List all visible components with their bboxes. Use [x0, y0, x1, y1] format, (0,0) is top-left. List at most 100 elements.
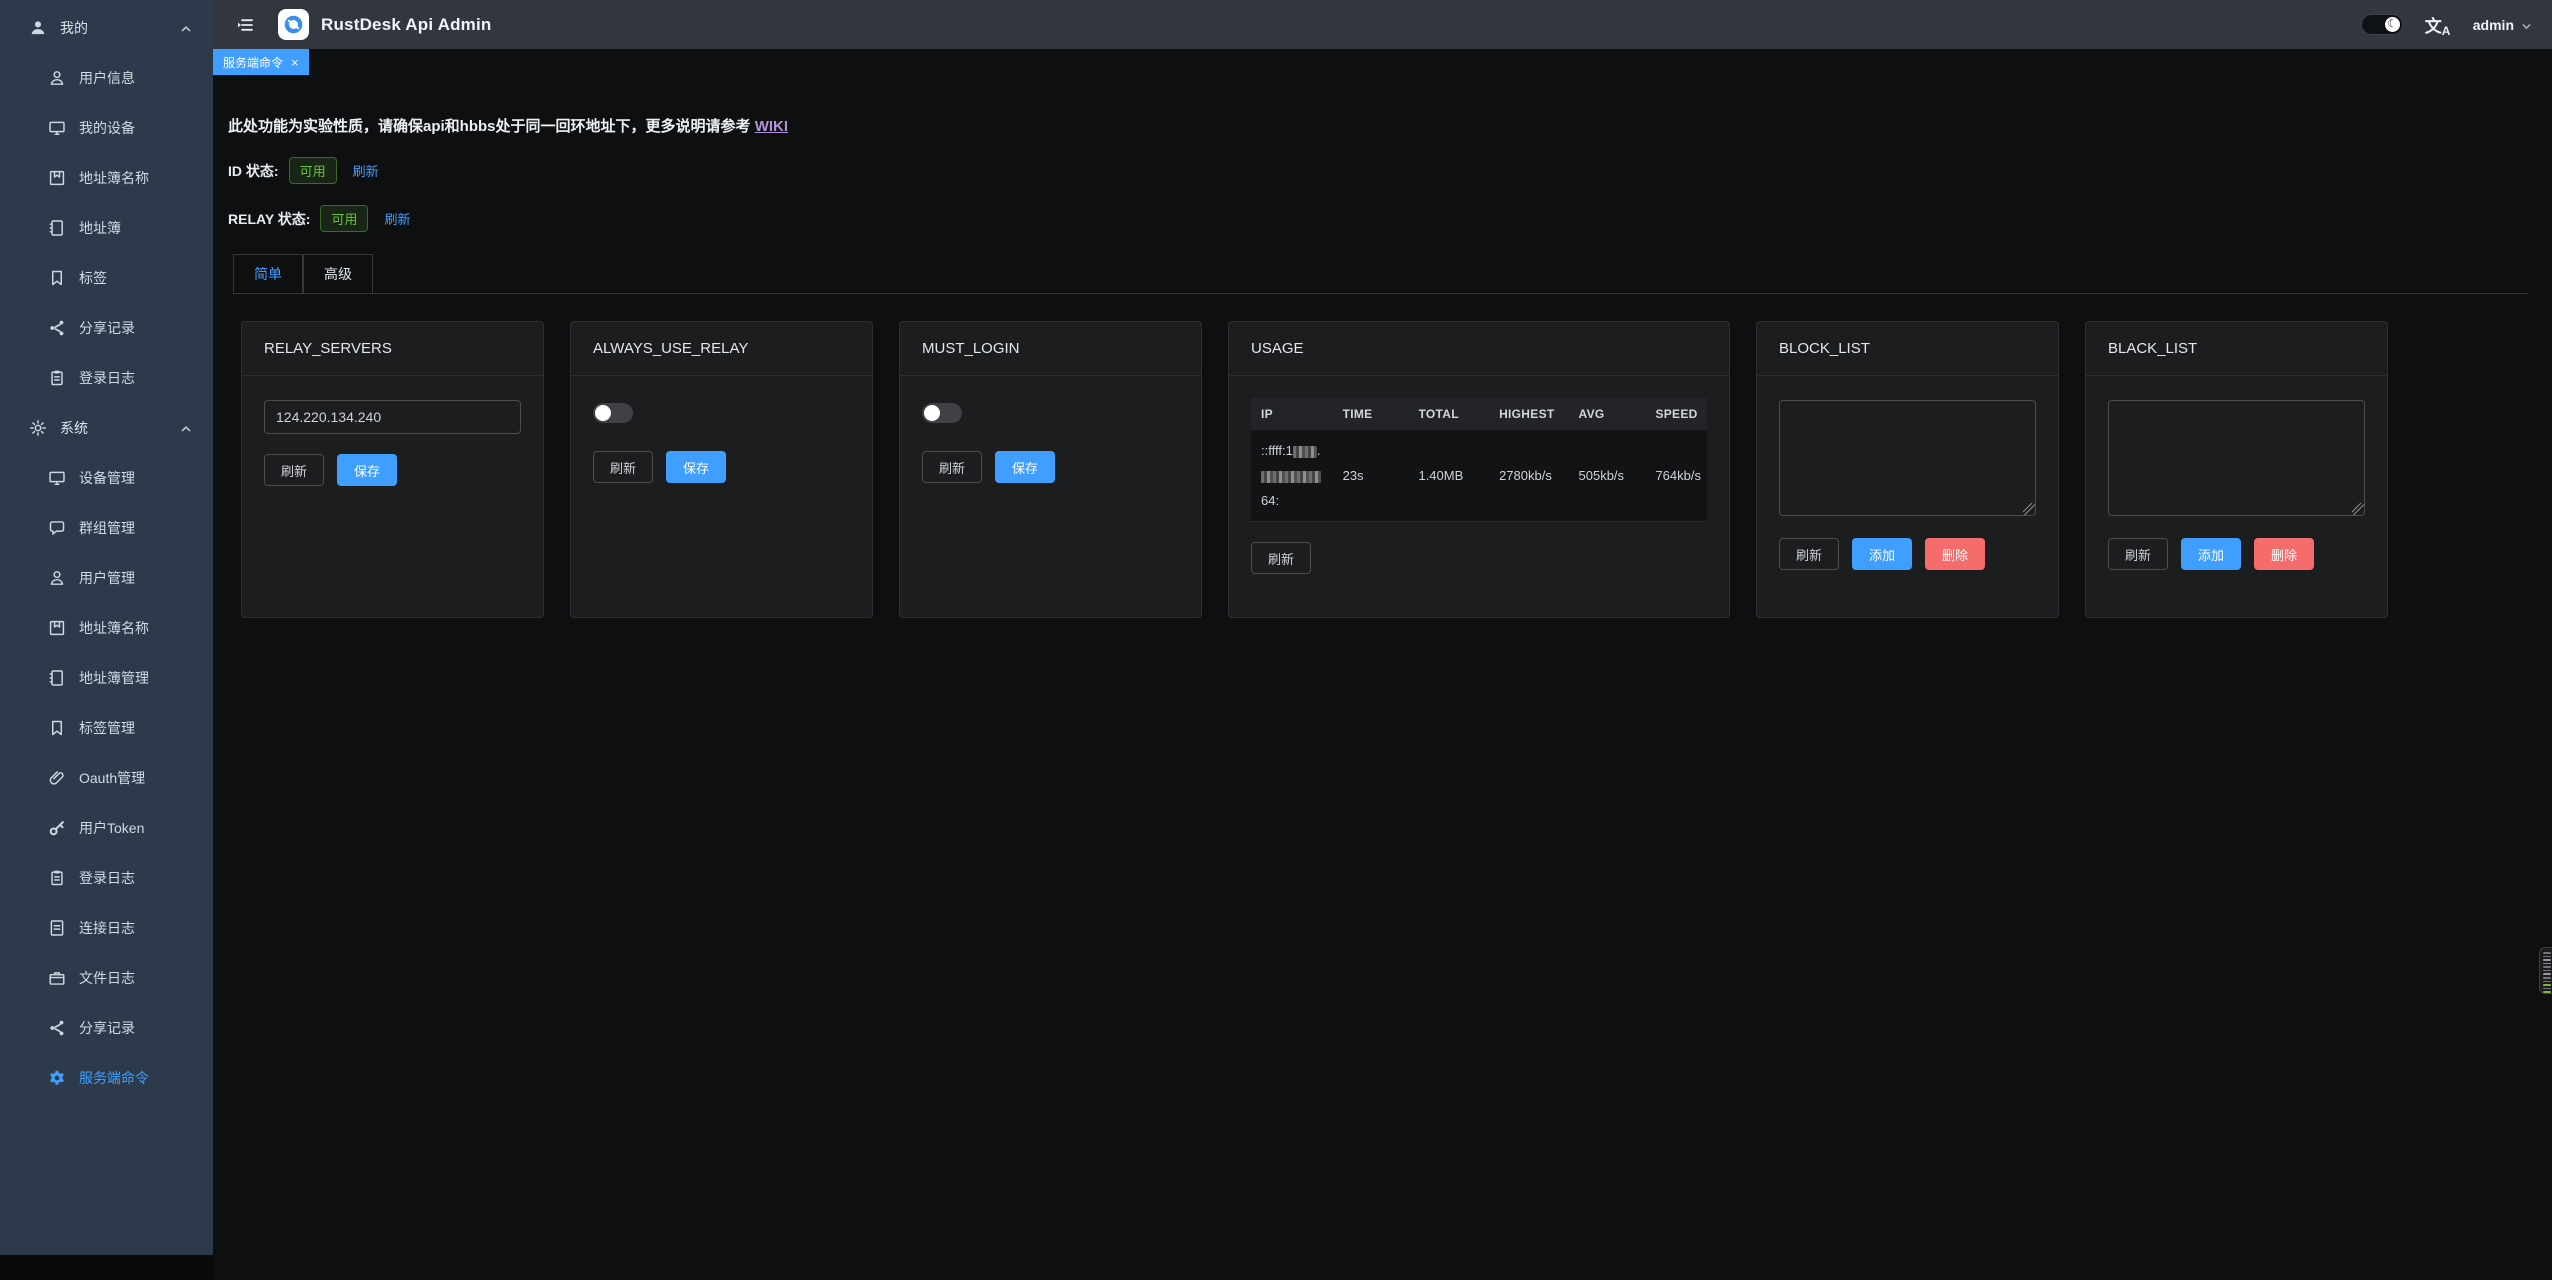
block-list-refresh-button[interactable]: 刷新 — [1779, 538, 1839, 570]
chat-icon — [48, 519, 66, 537]
sidebar-entry-label: 我的 — [60, 18, 88, 38]
box-icon — [48, 969, 66, 987]
edge-overlay-widget[interactable] — [2539, 947, 2552, 994]
usage-col-speed: SPEED — [1645, 398, 1707, 430]
usage-col-avg: AVG — [1569, 398, 1646, 430]
dark-mode-toggle[interactable]: ☾ — [2361, 14, 2403, 35]
sidebar-item-share-records-admin[interactable]: 分享记录 — [0, 1003, 213, 1053]
key-icon — [48, 819, 66, 837]
tab-simple[interactable]: 简单 — [233, 254, 303, 293]
sidebar-entry-label: 标签管理 — [79, 718, 135, 738]
sidebar-item-user-token[interactable]: 用户Token — [0, 803, 213, 853]
tab-advanced[interactable]: 高级 — [303, 254, 373, 293]
must-login-toggle[interactable] — [922, 403, 962, 423]
edge-widget-bar — [2543, 959, 2551, 961]
relay-servers-save-button[interactable]: 保存 — [337, 454, 397, 486]
usage-highest-cell: 2780kb/s — [1489, 430, 1568, 522]
must-login-save-button[interactable]: 保存 — [995, 451, 1055, 483]
rustdesk-logo-icon — [278, 9, 309, 40]
notice-text: 此处功能为实验性质，请确保api和hbbs处于同一回环地址下，更多说明请参考 — [228, 118, 755, 135]
sidebar-entry-label: Oauth管理 — [79, 768, 145, 788]
black-list-textarea[interactable] — [2108, 400, 2365, 516]
card-relay-servers: RELAY_SERVERS 刷新 保存 — [241, 321, 544, 618]
sidebar-bottom-gap — [0, 1255, 213, 1280]
sidebar-fold-icon[interactable] — [235, 15, 255, 35]
always-use-relay-toggle[interactable] — [593, 403, 633, 423]
redacted-ip-segment — [1261, 471, 1321, 483]
edge-widget-bar — [2543, 966, 2551, 968]
sidebar-item-file-logs[interactable]: 文件日志 — [0, 953, 213, 1003]
relay-status-badge: 可用 — [320, 205, 368, 232]
user-menu[interactable]: admin — [2473, 17, 2532, 33]
sidebar-item-tag-mgmt[interactable]: 标签管理 — [0, 703, 213, 753]
sidebar-item-share-records[interactable]: 分享记录 — [0, 303, 213, 353]
language-translate-icon[interactable]: 文A — [2425, 12, 2451, 37]
edge-widget-bar — [2543, 977, 2551, 979]
black-list-refresh-button[interactable]: 刷新 — [2108, 538, 2168, 570]
sidebar-entry-label: 地址簿 — [79, 218, 121, 238]
tab-close-icon[interactable]: × — [291, 56, 299, 69]
card-title: ALWAYS_USE_RELAY — [571, 322, 872, 376]
relay-status-label: RELAY 状态: — [228, 209, 310, 229]
card-block-list: BLOCK_LIST 刷新 添加 删除 — [1756, 321, 2059, 618]
id-status-label: ID 状态: — [228, 161, 279, 181]
sidebar-item-group-mgmt[interactable]: 群组管理 — [0, 503, 213, 553]
sidebar-item-oauth-mgmt[interactable]: Oauth管理 — [0, 753, 213, 803]
sidebar-item-login-logs[interactable]: 登录日志 — [0, 353, 213, 403]
card-title: MUST_LOGIN — [900, 322, 1201, 376]
sidebar-item-tags[interactable]: 标签 — [0, 253, 213, 303]
sidebar-item-login-logs-admin[interactable]: 登录日志 — [0, 853, 213, 903]
card-title: BLOCK_LIST — [1757, 322, 2058, 376]
sidebar-entry-label: 文件日志 — [79, 968, 135, 988]
wiki-link[interactable]: WIKI — [755, 118, 788, 135]
tab-server-commands[interactable]: 服务端命令 × — [213, 49, 309, 75]
user-icon — [48, 69, 66, 87]
clipboard-icon — [48, 369, 66, 387]
sidebar-section-mine[interactable]: 我的 — [0, 3, 213, 53]
usage-speed-cell: 764kb/s — [1645, 430, 1707, 522]
edge-widget-bar — [2543, 973, 2551, 975]
sidebar-item-addressbook-name-mgmt[interactable]: 地址簿名称 — [0, 603, 213, 653]
settings-cards-row: RELAY_SERVERS 刷新 保存 ALWAYS_USE_RELAY 刷新 … — [241, 321, 2528, 618]
always-use-relay-save-button[interactable]: 保存 — [666, 451, 726, 483]
usage-col-time: TIME — [1333, 398, 1409, 430]
gear-icon — [29, 419, 47, 437]
edge-widget-bar — [2543, 963, 2551, 965]
always-use-relay-refresh-button[interactable]: 刷新 — [593, 451, 653, 483]
sidebar-item-device-mgmt[interactable]: 设备管理 — [0, 453, 213, 503]
must-login-refresh-button[interactable]: 刷新 — [922, 451, 982, 483]
book-icon — [48, 169, 66, 187]
relay-refresh-link[interactable]: 刷新 — [384, 209, 410, 228]
sidebar-item-addressbook-name[interactable]: 地址簿名称 — [0, 153, 213, 203]
block-list-add-button[interactable]: 添加 — [1852, 538, 1912, 570]
sidebar-item-addressbook[interactable]: 地址簿 — [0, 203, 213, 253]
sidebar-entry-label: 用户信息 — [79, 68, 135, 88]
sidebar-item-connection-logs[interactable]: 连接日志 — [0, 903, 213, 953]
sidebar-entry-label: 我的设备 — [79, 118, 135, 138]
sidebar-item-addressbook-mgmt[interactable]: 地址簿管理 — [0, 653, 213, 703]
usage-table: IPTIMETOTALHIGHESTAVGSPEED ::ffff:1. 64:… — [1251, 398, 1707, 522]
id-refresh-link[interactable]: 刷新 — [353, 161, 379, 180]
top-bar-controls: ☾ 文A admin — [2361, 12, 2532, 37]
black-list-delete-button[interactable]: 删除 — [2254, 538, 2314, 570]
relay-servers-refresh-button[interactable]: 刷新 — [264, 454, 324, 486]
block-list-delete-button[interactable]: 删除 — [1925, 538, 1985, 570]
user-filled-icon — [29, 19, 47, 37]
usage-avg-cell: 505kb/s — [1569, 430, 1646, 522]
share-icon — [48, 319, 66, 337]
sidebar-item-user-info[interactable]: 用户信息 — [0, 53, 213, 103]
sidebar-item-my-devices[interactable]: 我的设备 — [0, 103, 213, 153]
gear-filled-icon — [48, 1069, 66, 1087]
usage-refresh-button[interactable]: 刷新 — [1251, 542, 1311, 574]
card-usage: USAGE IPTIMETOTALHIGHESTAVGSPEED ::ffff:… — [1228, 321, 1730, 618]
sidebar-item-server-commands[interactable]: 服务端命令 — [0, 1053, 213, 1103]
usage-time-cell: 23s — [1333, 430, 1409, 522]
sidebar-item-user-mgmt[interactable]: 用户管理 — [0, 553, 213, 603]
black-list-add-button[interactable]: 添加 — [2181, 538, 2241, 570]
sidebar-entry-label: 标签 — [79, 268, 107, 288]
relay-servers-input[interactable] — [264, 400, 521, 434]
sidebar-section-system[interactable]: 系统 — [0, 403, 213, 453]
block-list-textarea[interactable] — [1779, 400, 2036, 516]
usage-col-highest: HIGHEST — [1489, 398, 1568, 430]
card-title: BLACK_LIST — [2086, 322, 2387, 376]
